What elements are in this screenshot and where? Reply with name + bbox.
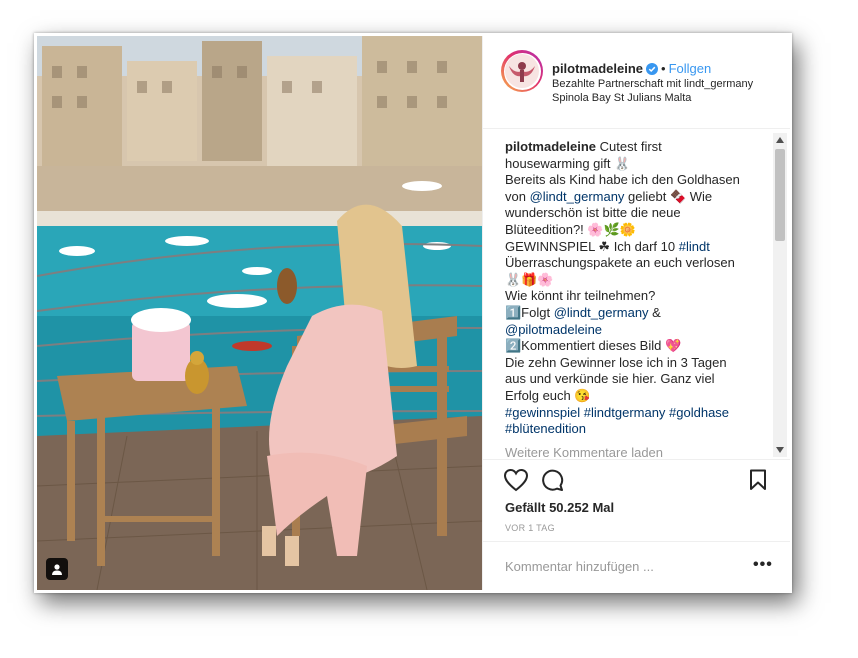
- bookmark-icon: [750, 469, 766, 490]
- post-timestamp[interactable]: VOR 1 TAG: [505, 523, 555, 533]
- mention-link[interactable]: @lindt_germany: [554, 305, 649, 320]
- user-tag-button[interactable]: [46, 558, 68, 580]
- caption-line: Wie könnt ihr teilnehmen?: [505, 288, 656, 304]
- caption-line: wunderschön ist bitte die neue: [505, 205, 681, 221]
- like-count[interactable]: Gefällt 50.252 Mal: [505, 500, 614, 515]
- comments-scroll-area[interactable]: pilotmadeleine Cutest first housewarming…: [483, 129, 790, 459]
- avatar[interactable]: [501, 50, 543, 92]
- follow-button[interactable]: Follgen: [669, 61, 712, 76]
- verified-badge-icon: [646, 63, 659, 79]
- hashtag-links[interactable]: #gewinnspiel #lindtgermany #goldhase: [505, 405, 755, 422]
- hashtag-link[interactable]: #lindt: [679, 239, 710, 254]
- caption-line: Cutest first: [599, 139, 662, 154]
- hashtag-link[interactable]: #blütenedition: [505, 421, 755, 438]
- location-link[interactable]: Spinola Bay St Julians Malta: [552, 92, 691, 105]
- post-header: pilotmadeleine • Follgen Bezahlte Partners…: [483, 36, 790, 129]
- separator-dot: •: [661, 61, 666, 76]
- comment-button[interactable]: [540, 468, 564, 497]
- caption-line: Blüteedition?! 🌸🌿🌼: [505, 221, 636, 237]
- mention-link[interactable]: @lindt_germany: [530, 189, 625, 204]
- caption-line: housewarming gift 🐰: [505, 155, 631, 171]
- post-caption: pilotmadeleine Cutest first housewarming…: [505, 139, 755, 438]
- caption-line: Bereits als Kind habe ich den Goldhasen: [505, 172, 740, 188]
- comment-input[interactable]: [503, 558, 737, 575]
- caption-line: Die zehn Gewinner lose ich in 3 Tagen: [505, 354, 727, 370]
- header-title-row: pilotmadeleine • Follgen: [552, 61, 711, 79]
- caption-text: 1️⃣Folgt: [505, 304, 554, 320]
- scroll-down-arrow-icon[interactable]: [773, 443, 787, 457]
- caption-text: geliebt 🍫 Wie: [624, 188, 713, 204]
- caption-author[interactable]: pilotmadeleine: [505, 139, 596, 154]
- load-more-comments[interactable]: Weitere Kommentare laden: [505, 445, 663, 459]
- post-actions: Gefällt 50.252 Mal VOR 1 TAG •••: [483, 459, 790, 591]
- scrollbar-thumb[interactable]: [775, 149, 785, 241]
- add-comment-row: •••: [483, 541, 790, 592]
- scroll-up-arrow-icon[interactable]: [773, 133, 787, 147]
- scrollbar[interactable]: [773, 133, 787, 457]
- avatar-image: [505, 54, 539, 88]
- like-button[interactable]: [503, 468, 529, 497]
- partnership-label[interactable]: Bezahlte Partnerschaft mit lindt_germany: [552, 78, 753, 91]
- caption-line: Überraschungspakete an euch verlosen: [505, 255, 735, 271]
- heart-icon: [503, 468, 529, 492]
- photo-scene: [37, 36, 482, 590]
- post-side-panel: pilotmadeleine • Follgen Bezahlte Partners…: [482, 36, 790, 590]
- caption-text: &: [648, 304, 661, 320]
- post-photo[interactable]: [37, 36, 482, 590]
- username-link[interactable]: pilotmadeleine: [552, 61, 643, 76]
- caption-line: aus und verkünde sie hier. Ganz viel: [505, 371, 715, 387]
- more-options-button[interactable]: •••: [753, 556, 773, 574]
- caption-line: 🐰🎁🌸: [505, 271, 554, 287]
- save-button[interactable]: [749, 469, 767, 496]
- user-tag-icon: [52, 564, 62, 575]
- page-backdrop: [0, 0, 858, 36]
- comment-icon: [542, 469, 564, 491]
- mention-link[interactable]: @pilotmadeleine: [505, 322, 602, 337]
- caption-text: von: [505, 188, 530, 204]
- caption-text: GEWINNSPIEL ☘ Ich darf 10: [505, 238, 679, 254]
- caption-line: Erfolg euch 😘: [505, 387, 591, 403]
- caption-line: 2️⃣Kommentiert dieses Bild 💖: [505, 338, 682, 354]
